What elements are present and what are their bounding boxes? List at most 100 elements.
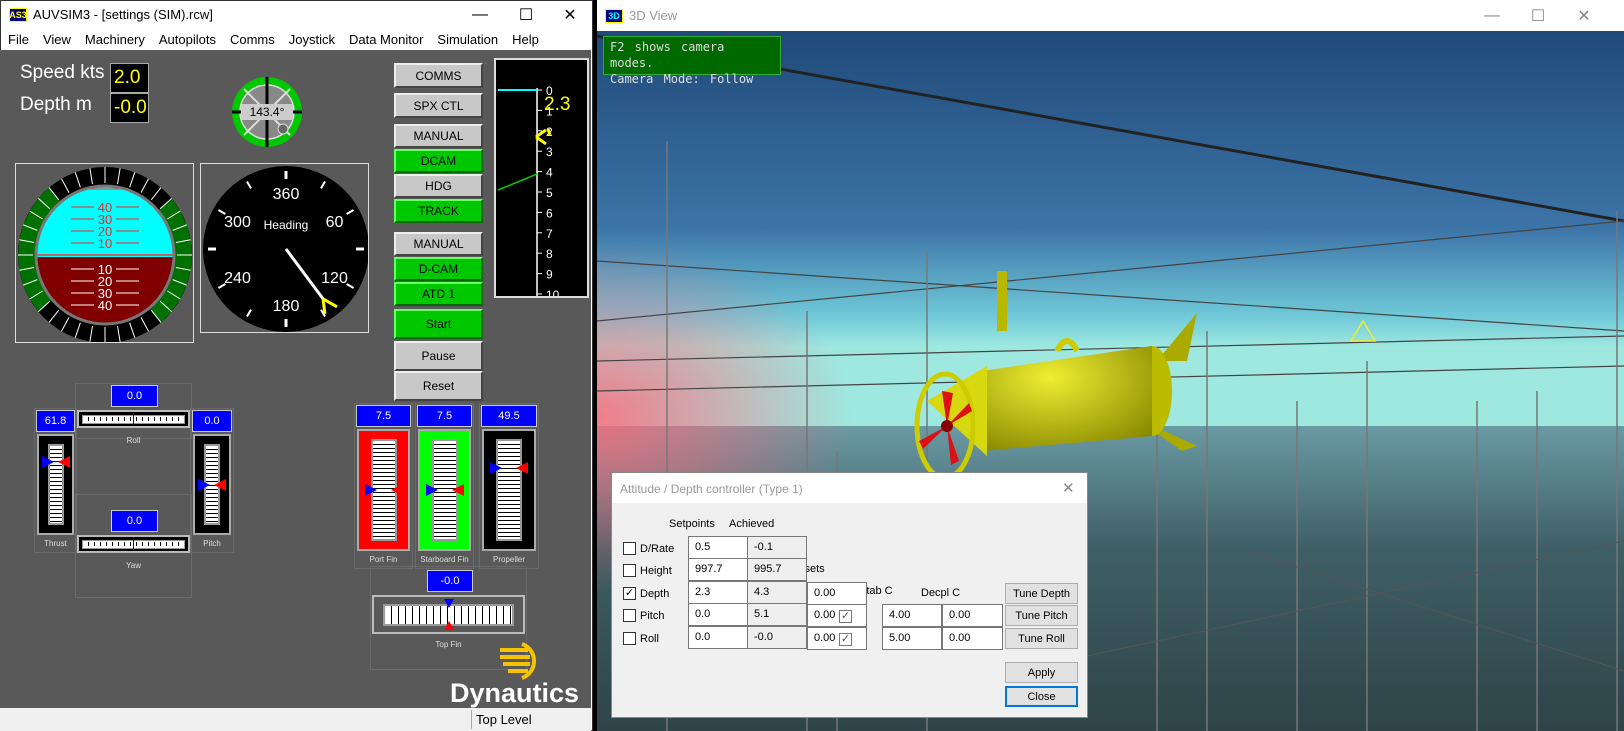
- roll-achieved-value: -0.0: [747, 626, 807, 649]
- pitch-setpoint-field[interactable]: 0.0: [688, 603, 748, 626]
- 3d-maximize-button[interactable]: ☐: [1515, 0, 1561, 31]
- propeller-label: Propeller: [492, 555, 525, 564]
- maximize-button[interactable]: ☐: [503, 1, 549, 28]
- close-dialog-button[interactable]: Close: [1005, 686, 1078, 707]
- mode-button-manual[interactable]: MANUAL: [394, 232, 483, 256]
- roll-marker: [133, 413, 134, 425]
- compass-readout: 143.4°: [250, 105, 285, 119]
- mode-button-d-cam[interactable]: D-CAM: [394, 257, 483, 281]
- depth-tick-label: 7: [546, 227, 553, 241]
- roll-label: Roll: [126, 436, 141, 445]
- mode-button-dcam[interactable]: DCAM: [394, 149, 483, 173]
- starboard-fin-actual-marker: [451, 484, 464, 496]
- height-setpoint-field[interactable]: 997.7: [688, 558, 748, 581]
- tune-depth-button[interactable]: Tune Depth: [1005, 583, 1078, 604]
- pitch-decpl-c-field[interactable]: 0.00: [942, 604, 1003, 627]
- thrust-gauge: [37, 434, 74, 535]
- pitch-checkbox[interactable]: [623, 609, 636, 622]
- menu-autopilots[interactable]: Autopilots: [152, 32, 223, 47]
- yaw-value: 0.0: [111, 510, 158, 532]
- dialog-title: Attitude / Depth controller (Type 1): [612, 473, 1087, 503]
- drate-label: D/Rate: [640, 543, 675, 555]
- pitch-demand-marker: [198, 478, 210, 491]
- minimize-button[interactable]: —: [457, 1, 503, 28]
- mode-button-spx-ctl[interactable]: SPX CTL: [394, 93, 483, 118]
- attitude-depth-dialog: Attitude / Depth controller (Type 1) ✕ S…: [611, 472, 1088, 718]
- pitch-label: Pitch: [640, 610, 665, 622]
- port-fin-gauge: [357, 429, 410, 551]
- roll-checkbox[interactable]: [623, 632, 636, 645]
- depth-tick-label: 9: [546, 268, 553, 282]
- pitch-label: Pitch: [203, 539, 221, 548]
- yaw-slider[interactable]: [77, 535, 190, 553]
- top-fin-gauge: [372, 595, 525, 634]
- roll-stab-c-field[interactable]: 5.00: [882, 627, 942, 650]
- roll-decpl-c-field[interactable]: 0.00: [942, 627, 1003, 650]
- height-achieved-value: 995.7: [747, 558, 807, 581]
- depth-value: -0.0: [110, 93, 149, 123]
- propeller-demand-marker: [490, 461, 502, 474]
- depth-checkbox[interactable]: ✓: [623, 587, 636, 600]
- tune-pitch-button[interactable]: Tune Pitch: [1005, 605, 1078, 626]
- depth-setpoint-field[interactable]: 2.3: [688, 581, 748, 604]
- pitch-offset-field[interactable]: 0.00: [807, 604, 867, 627]
- menu-view[interactable]: View: [36, 32, 78, 47]
- mode-button-track[interactable]: TRACK: [394, 199, 483, 223]
- top-fin-actual-marker: [444, 621, 454, 630]
- pitch-actual-marker: [214, 478, 226, 491]
- mode-button-reset[interactable]: Reset: [394, 371, 483, 401]
- mode-button-hdg[interactable]: HDG: [394, 174, 483, 198]
- top-fin-demand-marker: [444, 599, 454, 608]
- heading-label: 360: [273, 186, 300, 203]
- roll-offset-field[interactable]: 0.00: [807, 627, 867, 650]
- starboard-fin-gauge: [418, 429, 471, 551]
- depth-label: Depth m: [20, 94, 92, 115]
- starboard-fin-label: Starboard Fin: [420, 555, 469, 564]
- height-checkbox[interactable]: [623, 564, 636, 577]
- apply-button[interactable]: Apply: [1005, 662, 1078, 683]
- tune-roll-button[interactable]: Tune Roll: [1005, 628, 1078, 649]
- menu-simulation[interactable]: Simulation: [430, 32, 505, 47]
- menu-data-monitor[interactable]: Data Monitor: [342, 32, 430, 47]
- mode-button-manual[interactable]: MANUAL: [394, 124, 483, 148]
- depth-gauge: 0123456789102.3: [494, 58, 589, 298]
- mode-button-pause[interactable]: Pause: [394, 341, 483, 371]
- speed-label: Speed kts: [20, 62, 105, 83]
- 3d-title-bar: 3D 3D View — ☐ ✕: [597, 0, 1624, 31]
- depth-tick-label: 3: [546, 145, 553, 159]
- starboard-fin-value: 7.5: [417, 405, 472, 427]
- drate-checkbox[interactable]: [623, 542, 636, 555]
- port-fin-actual-marker: [390, 484, 403, 496]
- menu-file[interactable]: File: [1, 32, 36, 47]
- logo-text: Dynautics: [450, 678, 579, 708]
- roll-stab-checkbox[interactable]: ✓: [839, 633, 852, 646]
- 3d-app-icon: 3D: [605, 8, 623, 23]
- status-text: Top Level: [476, 712, 532, 727]
- heading-label: 240: [224, 270, 251, 287]
- menu-help[interactable]: Help: [505, 32, 546, 47]
- menu-joystick[interactable]: Joystick: [282, 32, 342, 47]
- menu-machinery[interactable]: Machinery: [78, 32, 152, 47]
- close-button[interactable]: ✕: [547, 1, 593, 28]
- roll-setpoint-field[interactable]: 0.0: [688, 626, 748, 649]
- mode-button-comms[interactable]: COMMS: [394, 63, 483, 88]
- top-fin-value: -0.0: [427, 570, 473, 592]
- depth-achieved-value: 4.3: [747, 581, 807, 604]
- 3d-minimize-button[interactable]: —: [1469, 0, 1515, 31]
- roll-slider[interactable]: [77, 410, 190, 428]
- mode-button-atd-1[interactable]: ATD 1: [394, 282, 483, 306]
- menu-comms[interactable]: Comms: [223, 32, 282, 47]
- decpl-c-header: Decpl C: [921, 587, 961, 599]
- attitude-indicator: 4030201010203040: [15, 163, 194, 343]
- depth-offset-field[interactable]: 0.00: [807, 582, 867, 605]
- pitch-achieved-value: 5.1: [747, 603, 807, 626]
- pitch-stab-c-field[interactable]: 4.00: [882, 604, 942, 627]
- pitch-tick-label: 10: [98, 236, 112, 251]
- mode-button-start[interactable]: Start: [394, 309, 483, 339]
- 3d-close-button[interactable]: ✕: [1561, 0, 1607, 31]
- menu-bar: File View Machinery Autopilots Comms Joy…: [1, 28, 592, 51]
- pitch-stab-checkbox[interactable]: ✓: [839, 610, 852, 623]
- speed-value: 2.0: [110, 63, 149, 93]
- drate-setpoint-field[interactable]: 0.5: [688, 536, 748, 559]
- dialog-close-icon[interactable]: ✕: [1062, 479, 1075, 497]
